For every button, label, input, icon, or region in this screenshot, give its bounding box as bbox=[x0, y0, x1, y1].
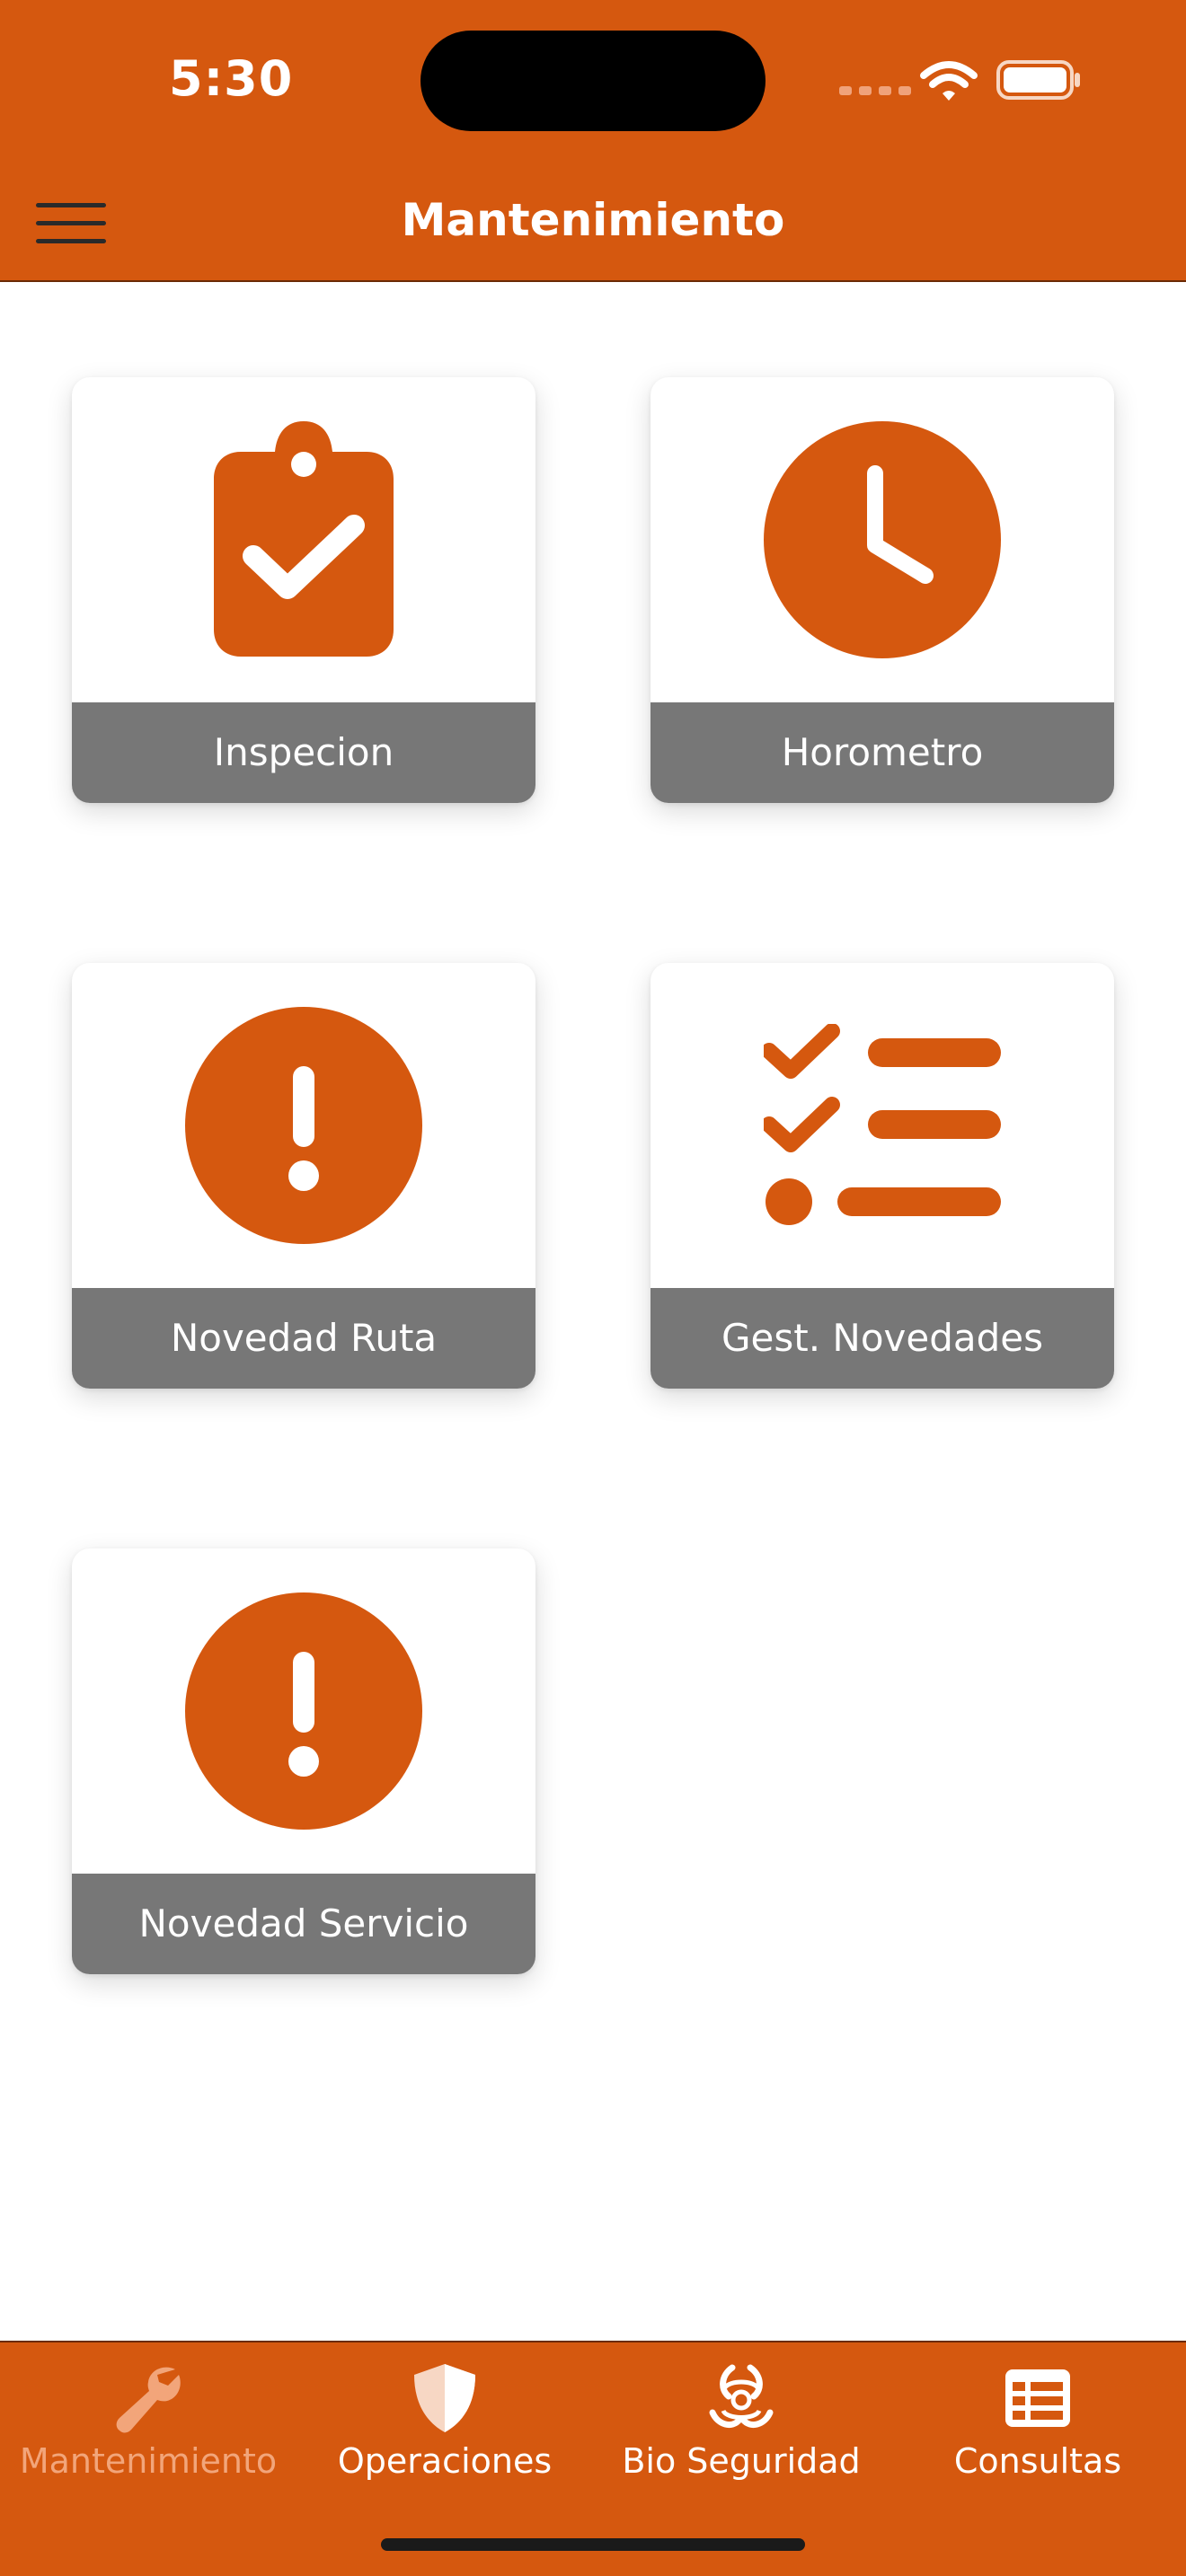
tab-consultas[interactable]: Consultas bbox=[890, 2342, 1186, 2522]
wifi-icon bbox=[920, 61, 978, 101]
tile-label: Gest. Novedades bbox=[651, 1288, 1114, 1389]
clock-icon bbox=[764, 421, 1001, 658]
status-time: 5:30 bbox=[169, 50, 294, 107]
top-header: 5:30 Mantenimiento bbox=[0, 0, 1186, 282]
checklist-icon bbox=[764, 1024, 1001, 1225]
home-indicator bbox=[381, 2538, 805, 2551]
exclamation-circle-icon bbox=[185, 1592, 422, 1830]
tab-label: Mantenimiento bbox=[19, 2441, 278, 2481]
tile-novedad-servicio[interactable]: Novedad Servicio bbox=[72, 1548, 535, 1974]
table-list-icon bbox=[1005, 2369, 1070, 2427]
shield-icon bbox=[414, 2364, 475, 2432]
tile-label: Inspecion bbox=[72, 702, 535, 803]
biohazard-icon bbox=[709, 2364, 774, 2429]
exclamation-circle-icon bbox=[185, 1007, 422, 1244]
cellular-signal-icon bbox=[839, 86, 911, 95]
tab-label: Bio Seguridad bbox=[622, 2441, 861, 2481]
tile-label: Horometro bbox=[651, 702, 1114, 803]
wrench-icon bbox=[116, 2367, 181, 2433]
tab-mantenimiento[interactable]: Mantenimiento bbox=[0, 2342, 296, 2522]
dynamic-island bbox=[420, 31, 766, 131]
tile-novedad-ruta[interactable]: Novedad Ruta bbox=[72, 963, 535, 1389]
tile-gest-novedades[interactable]: Gest. Novedades bbox=[651, 963, 1114, 1389]
tile-label: Novedad Servicio bbox=[72, 1874, 535, 1974]
tab-bio-seguridad[interactable]: Bio Seguridad bbox=[593, 2342, 890, 2522]
page-title: Mantenimiento bbox=[401, 194, 785, 246]
clipboard-check-icon bbox=[214, 421, 394, 657]
tab-operaciones[interactable]: Operaciones bbox=[296, 2342, 593, 2522]
tab-label: Consultas bbox=[953, 2441, 1122, 2481]
tile-label: Novedad Ruta bbox=[72, 1288, 535, 1389]
tile-horometro[interactable]: Horometro bbox=[651, 377, 1114, 803]
battery-icon bbox=[996, 60, 1080, 100]
tile-inspecion[interactable]: Inspecion bbox=[72, 377, 535, 803]
tab-label: Operaciones bbox=[337, 2441, 553, 2481]
